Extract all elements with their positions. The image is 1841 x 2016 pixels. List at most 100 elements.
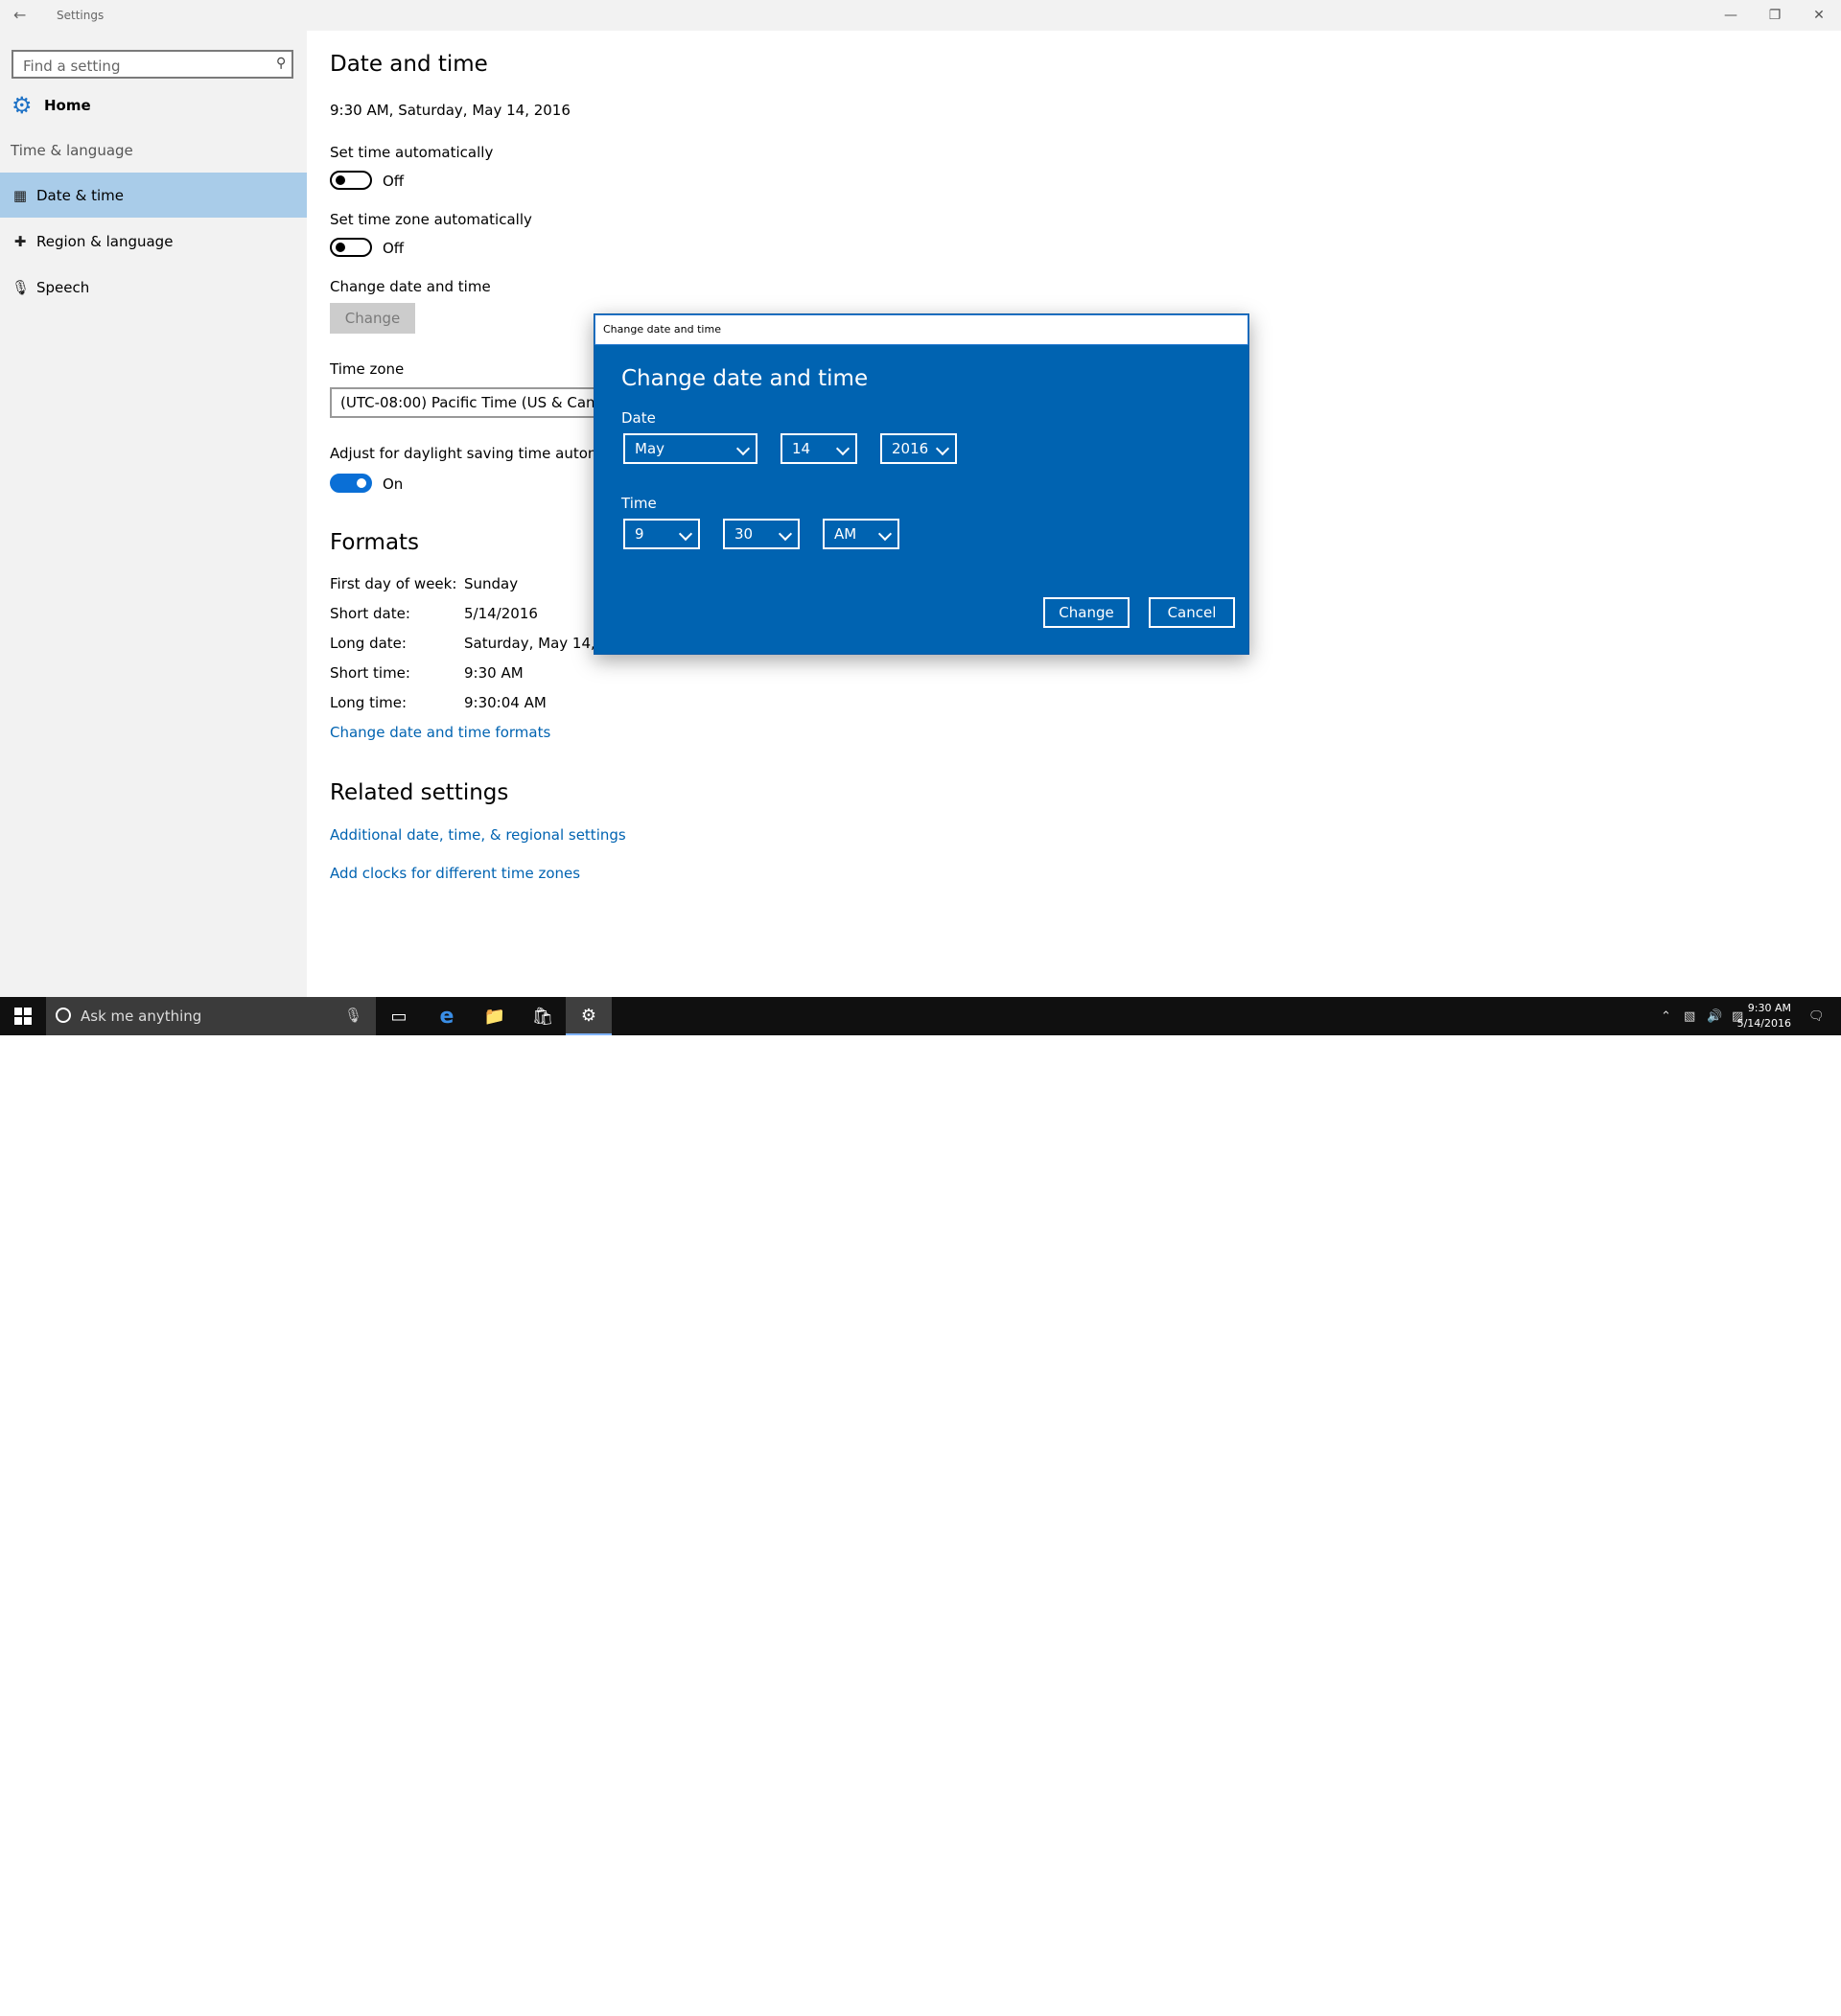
dialog-cancel-button[interactable]: Cancel xyxy=(1149,597,1235,628)
format-value: 9:30:04 AM xyxy=(464,694,547,711)
set-tz-auto-toggle[interactable] xyxy=(330,238,372,257)
home-label: Home xyxy=(44,97,91,114)
page-title: Date and time xyxy=(330,52,488,77)
clock-time: 9:30 AM xyxy=(1747,1002,1791,1014)
formats-heading: Formats xyxy=(330,530,420,555)
region-icon: ✚ xyxy=(13,232,27,250)
window-title: Settings xyxy=(57,9,105,22)
chevron-down-icon xyxy=(877,526,893,542)
dialog-title-bar: Change date and time xyxy=(594,314,1248,345)
sidebar-item-label: Speech xyxy=(36,278,90,296)
hour-value: 9 xyxy=(635,525,644,543)
back-arrow-icon[interactable]: ← xyxy=(13,6,26,24)
taskbar-clock[interactable]: 9:30 AM 5/14/2016 xyxy=(1737,1001,1791,1031)
search-icon[interactable]: ⚲ xyxy=(276,56,286,71)
add-clocks-link[interactable]: Add clocks for different time zones xyxy=(330,865,580,882)
format-label: Short time: xyxy=(330,664,410,682)
start-button[interactable] xyxy=(0,997,46,1035)
microphone-icon: 🎙 xyxy=(12,278,31,296)
month-dropdown[interactable]: May xyxy=(623,433,757,464)
dst-state: On xyxy=(383,475,404,493)
sidebar-item-date-time[interactable]: ▦ Date & time xyxy=(0,173,307,218)
toggle-knob xyxy=(336,175,345,185)
hour-dropdown[interactable]: 9 xyxy=(623,519,700,549)
sidebar: Find a setting ⚲ ⚙ Home Time & language … xyxy=(0,31,307,997)
volume-icon[interactable]: 🔊 xyxy=(1707,997,1722,1035)
dialog-change-button[interactable]: Change xyxy=(1043,597,1130,628)
year-value: 2016 xyxy=(892,440,929,457)
calendar-icon: ▦ xyxy=(12,186,28,204)
network-icon[interactable]: ▧ xyxy=(1684,997,1695,1035)
set-tz-auto-label: Set time zone automatically xyxy=(330,211,532,228)
set-tz-auto-state: Off xyxy=(383,240,405,257)
clock-date: 5/14/2016 xyxy=(1736,1017,1791,1030)
search-placeholder: Find a setting xyxy=(23,58,121,75)
format-value: Sunday xyxy=(464,575,519,592)
sidebar-item-label: Region & language xyxy=(36,232,174,250)
cortana-search-box[interactable]: Ask me anything 🎙 xyxy=(46,997,376,1035)
additional-settings-link[interactable]: Additional date, time, & regional settin… xyxy=(330,826,626,844)
file-explorer-icon[interactable]: 📁 xyxy=(472,997,518,1035)
dst-toggle[interactable] xyxy=(330,474,372,493)
ampm-dropdown[interactable]: AM xyxy=(823,519,899,549)
store-icon[interactable]: 🛍 xyxy=(520,997,566,1035)
day-dropdown[interactable]: 14 xyxy=(781,433,857,464)
change-button-disabled[interactable]: Change xyxy=(330,303,415,334)
time-label: Time xyxy=(621,495,657,512)
related-settings-heading: Related settings xyxy=(330,780,509,805)
home-link[interactable]: ⚙ Home xyxy=(12,92,91,119)
edge-icon[interactable]: e xyxy=(424,997,470,1035)
day-value: 14 xyxy=(792,440,811,457)
format-value: 9:30 AM xyxy=(464,664,524,682)
change-formats-link[interactable]: Change date and time formats xyxy=(330,724,550,741)
cortana-icon xyxy=(56,1008,71,1023)
minimize-icon[interactable]: — xyxy=(1709,0,1753,31)
set-time-auto-state: Off xyxy=(383,173,405,190)
format-label: First day of week: xyxy=(330,575,457,592)
minute-value: 30 xyxy=(734,525,754,543)
date-label: Date xyxy=(621,409,656,427)
microphone-icon[interactable]: 🎙 xyxy=(344,1007,362,1024)
close-icon[interactable]: ✕ xyxy=(1797,0,1841,31)
set-time-auto-label: Set time automatically xyxy=(330,144,494,161)
watermark: TheCollectionBook xyxy=(1659,1996,1820,2016)
timezone-label: Time zone xyxy=(330,360,405,378)
find-setting-input[interactable]: Find a setting ⚲ xyxy=(12,50,293,79)
timezone-select[interactable]: (UTC-08:00) Pacific Time (US & Canada) xyxy=(330,387,618,418)
format-label: Long date: xyxy=(330,635,407,652)
restore-icon[interactable]: ❐ xyxy=(1753,0,1797,31)
sidebar-item-speech[interactable]: 🎙 Speech xyxy=(0,265,307,310)
taskbar: Ask me anything 🎙 ▭ e 📁 🛍 ⚙ TheCollectio… xyxy=(0,997,1841,2016)
windows-logo-icon xyxy=(14,1008,32,1025)
action-center-icon[interactable]: 🗨 xyxy=(1808,997,1825,1035)
change-datetime-label: Change date and time xyxy=(330,278,491,295)
chevron-down-icon xyxy=(678,526,693,542)
minute-dropdown[interactable]: 30 xyxy=(723,519,800,549)
change-datetime-dialog: Change date and time Change date and tim… xyxy=(594,313,1249,655)
current-datetime: 9:30 AM, Saturday, May 14, 2016 xyxy=(330,102,571,119)
chevron-down-icon xyxy=(935,441,950,456)
tray-chevron-icon[interactable]: ⌃ xyxy=(1661,997,1671,1035)
dialog-heading: Change date and time xyxy=(621,366,869,391)
chevron-down-icon xyxy=(735,441,751,456)
format-label: Short date: xyxy=(330,605,410,622)
year-dropdown[interactable]: 2016 xyxy=(880,433,957,464)
chevron-down-icon xyxy=(835,441,851,456)
toggle-knob xyxy=(336,243,345,252)
chevron-down-icon xyxy=(778,526,793,542)
title-bar: ← Settings — ❐ ✕ xyxy=(0,0,1841,31)
settings-icon[interactable]: ⚙ xyxy=(566,997,612,1035)
format-label: Long time: xyxy=(330,694,408,711)
sidebar-item-region-language[interactable]: ✚ Region & language xyxy=(0,219,307,264)
toggle-knob xyxy=(357,478,366,488)
category-label: Time & language xyxy=(11,142,133,159)
format-value: 5/14/2016 xyxy=(464,605,538,622)
month-value: May xyxy=(635,440,665,457)
ampm-value: AM xyxy=(834,525,857,543)
task-view-icon[interactable]: ▭ xyxy=(376,997,422,1035)
dialog-window-title: Change date and time xyxy=(603,323,721,336)
set-time-auto-toggle[interactable] xyxy=(330,171,372,190)
sidebar-item-label: Date & time xyxy=(36,186,124,204)
gear-icon: ⚙ xyxy=(12,92,33,119)
cortana-placeholder: Ask me anything xyxy=(81,1008,202,1025)
